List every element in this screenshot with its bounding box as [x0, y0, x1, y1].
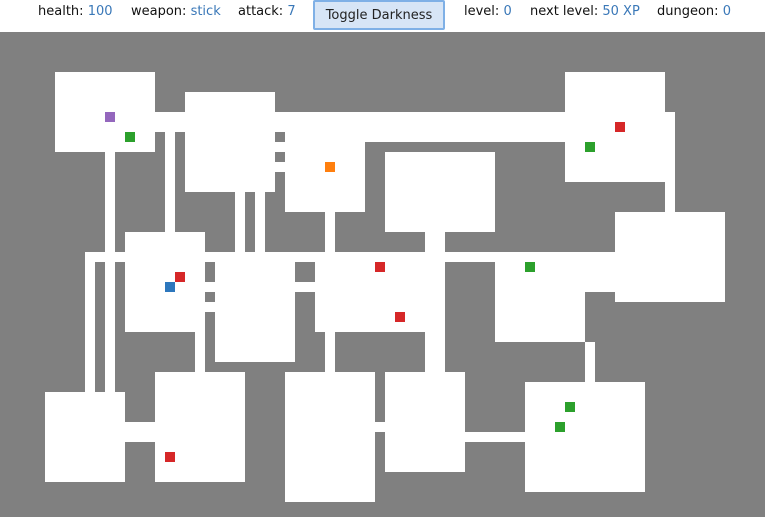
room — [215, 252, 295, 362]
corridor — [195, 332, 205, 372]
weapon-value: stick — [190, 4, 221, 19]
room — [45, 392, 125, 482]
dungeon-label: dungeon: — [657, 4, 719, 19]
room — [615, 212, 725, 302]
corridor — [105, 152, 115, 392]
corridor — [85, 252, 95, 392]
corridor — [425, 332, 445, 372]
attack-stat: attack: 7 — [238, 4, 296, 19]
corridor — [325, 332, 335, 372]
toggle-darkness-button[interactable]: Toggle Darkness — [313, 0, 445, 30]
next-level-label: next level: — [530, 4, 599, 19]
health-label: health: — [38, 4, 84, 19]
enemy — [165, 452, 175, 462]
room — [495, 252, 585, 342]
corridor — [445, 252, 615, 262]
corridor — [585, 342, 595, 382]
health-value: 100 — [87, 4, 113, 19]
health-item — [555, 422, 565, 432]
corridor — [275, 142, 285, 152]
dungeon-value: 0 — [722, 4, 731, 19]
health-item — [565, 402, 575, 412]
corridor — [375, 422, 385, 432]
stairs — [325, 162, 335, 172]
room — [285, 372, 375, 502]
health-item — [525, 262, 535, 272]
corridor — [205, 302, 215, 312]
level-label: level: — [464, 4, 500, 19]
enemy — [375, 262, 385, 272]
next-level-value: 50 XP — [602, 4, 640, 19]
attack-value: 7 — [287, 4, 296, 19]
corridor — [365, 132, 565, 142]
corridor — [125, 422, 155, 442]
level-stat: level: 0 — [464, 4, 512, 19]
room — [155, 372, 245, 482]
weapon-label: weapon: — [131, 4, 187, 19]
room — [525, 382, 645, 492]
corridor — [585, 262, 615, 292]
enemy — [395, 312, 405, 322]
corridor — [205, 282, 215, 292]
attack-label: attack: — [238, 4, 284, 19]
corridor — [665, 182, 675, 212]
enemy — [615, 122, 625, 132]
health-item — [125, 132, 135, 142]
corridor — [235, 192, 245, 252]
corridor — [205, 252, 215, 262]
corridor — [255, 192, 265, 252]
dungeon-stat: dungeon: 0 — [657, 4, 731, 19]
corridor — [165, 122, 175, 232]
enemy — [175, 272, 185, 282]
corridor — [295, 252, 315, 262]
weapon-item — [105, 112, 115, 122]
corridor — [295, 282, 315, 292]
corridor — [155, 112, 565, 132]
health-item — [585, 142, 595, 152]
player — [165, 282, 175, 292]
health-stat: health: 100 — [38, 4, 113, 19]
status-bar: health: 100 weapon: stick attack: 7 Togg… — [0, 0, 765, 32]
dungeon-map[interactable] — [0, 32, 765, 517]
level-value: 0 — [503, 4, 512, 19]
corridor — [465, 432, 525, 442]
corridor — [325, 212, 335, 252]
corridor — [275, 162, 285, 172]
next-level-stat: next level: 50 XP — [530, 4, 640, 19]
room — [385, 372, 465, 472]
room — [385, 152, 495, 232]
weapon-stat: weapon: stick — [131, 4, 221, 19]
corridor — [425, 232, 445, 252]
room — [185, 92, 275, 192]
